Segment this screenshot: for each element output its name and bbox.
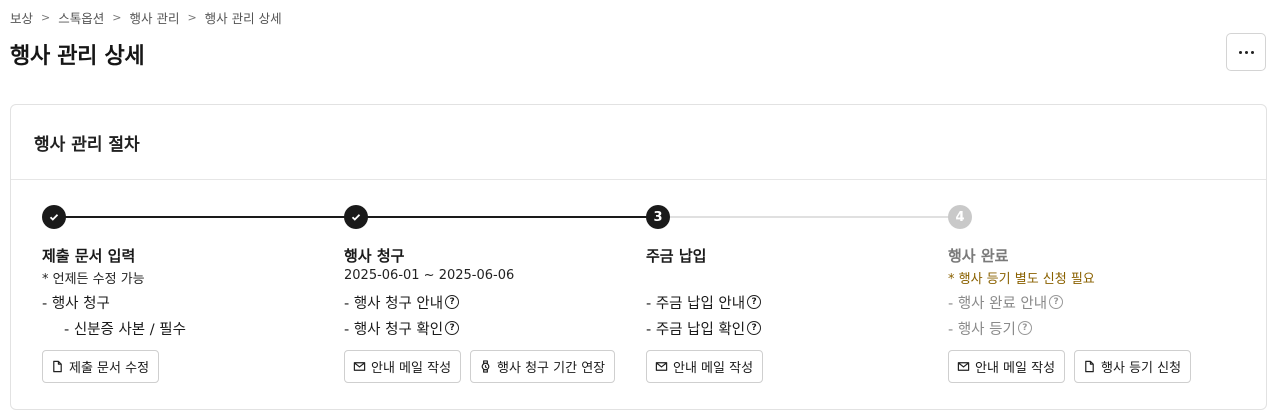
step-2-content: 행사 청구 2025-06-01 ~ 2025-06-06- 행사 청구 안내? -… (344, 245, 514, 341)
watch-icon (481, 360, 490, 373)
button-label: 안내 메일 작성 (975, 361, 1056, 376)
chevron-right-icon: > (112, 11, 122, 24)
step-item-label: - 신분증 사본 / 필수 (64, 321, 186, 338)
exercise-procedure-card: 행사 관리 절차 제출 문서 입력 * 언제든 수정 가능 - 행사 청구 - 신분증… (10, 104, 1267, 410)
extend-claim-period-button[interactable]: 행사 청구 기간 연장 (470, 350, 616, 383)
document-icon (53, 360, 62, 373)
step-title: 주금 납입 (646, 247, 707, 265)
mail-icon (957, 362, 970, 371)
step-connector (54, 216, 356, 218)
breadcrumb-item-exercise-management[interactable]: 행사 관리 (129, 8, 179, 27)
button-label: 행사 청구 기간 연장 (497, 361, 606, 376)
breadcrumb-item-current: 행사 관리 상세 (204, 11, 282, 26)
breadcrumb: 보상 > 스톡옵션 > 행사 관리 > 행사 관리 상세 (10, 8, 282, 27)
apply-registration-button[interactable]: 행사 등기 신청 (1074, 350, 1192, 383)
edit-submission-docs-button[interactable]: 제출 문서 수정 (42, 350, 160, 383)
step-item: - 행사 완료 안내? (948, 289, 1095, 315)
help-icon[interactable]: ? (445, 321, 460, 335)
step-item-label: - 행사 청구 확인 (344, 321, 444, 338)
step-item-label: - 행사 청구 (42, 295, 110, 312)
write-payment-mail-button[interactable]: 안내 메일 작성 (646, 350, 764, 383)
step-item-label: - 행사 완료 안내 (948, 295, 1048, 312)
step-connector (658, 216, 960, 218)
step-item-label: - 행사 청구 안내 (344, 295, 444, 312)
step-subtitle (646, 268, 761, 286)
step-title: 행사 완료 (948, 247, 1009, 265)
step-subtitle: * 행사 등기 별도 신청 필요 (948, 272, 1095, 287)
chevron-right-icon: > (187, 11, 197, 24)
check-icon (49, 214, 59, 221)
step-item: - 주금 납입 확인? (646, 315, 762, 341)
more-dot (1244, 50, 1248, 54)
button-label: 안내 메일 작성 (673, 361, 754, 376)
step-number: 4 (955, 209, 965, 225)
step-item: - 행사 청구 (42, 289, 186, 315)
more-options-button[interactable] (1226, 33, 1266, 71)
step-item-label: - 주금 납입 확인 (646, 321, 746, 338)
help-icon[interactable]: ? (445, 295, 460, 309)
button-label: 행사 등기 신청 (1101, 361, 1182, 376)
breadcrumb-item-reward[interactable]: 보상 (10, 8, 33, 27)
breadcrumb-item-stock-option[interactable]: 스톡옵션 (58, 8, 104, 27)
write-guide-mail-button[interactable]: 안내 메일 작성 (344, 350, 462, 383)
step-item: - 주금 납입 안내? (646, 289, 762, 315)
check-icon (351, 214, 361, 221)
step-4-content: 행사 완료 * 행사 등기 별도 신청 필요 - 행사 완료 안내? - 행사 등기? (948, 245, 1095, 341)
page-title: 행사 관리 상세 (10, 44, 145, 69)
step-item: - 행사 청구 확인? (344, 315, 514, 341)
help-icon[interactable]: ? (747, 295, 762, 309)
more-dots-icon (1238, 50, 1242, 54)
step-2-actions: 안내 메일 작성 행사 청구 기간 연장 (344, 350, 624, 383)
button-label: 제출 문서 수정 (69, 361, 150, 376)
step-1-content: 제출 문서 입력 * 언제든 수정 가능 - 행사 청구 - 신분증 사본 / 필수 (42, 245, 186, 341)
more-dot (1250, 50, 1254, 54)
step-3-actions: 안내 메일 작성 (646, 350, 772, 383)
step-item: - 행사 등기? (948, 315, 1095, 341)
help-icon[interactable]: ? (1049, 295, 1064, 309)
step-item: - 신분증 사본 / 필수 (42, 315, 186, 341)
document-icon (1085, 360, 1094, 373)
step-1-actions: 제출 문서 수정 (42, 350, 168, 383)
step-3-indicator: 3 (646, 205, 670, 229)
step-item-label: - 주금 납입 안내 (646, 295, 746, 312)
step-1-indicator (42, 205, 66, 229)
help-icon[interactable]: ? (1017, 321, 1032, 335)
mail-icon (655, 362, 668, 371)
step-number: 3 (653, 209, 663, 225)
step-connector (356, 216, 658, 218)
step-4-actions: 안내 메일 작성 행사 등기 신청 (948, 350, 1200, 383)
step-item-label: - 행사 등기 (948, 321, 1016, 338)
chevron-right-icon: > (41, 11, 51, 24)
step-subtitle: 2025-06-01 ~ 2025-06-06 (344, 268, 515, 283)
step-title: 제출 문서 입력 (42, 247, 136, 265)
step-subtitle: * 언제든 수정 가능 (42, 272, 145, 287)
write-completion-mail-button[interactable]: 안내 메일 작성 (948, 350, 1066, 383)
step-4-indicator: 4 (948, 205, 972, 229)
step-2-indicator (344, 205, 368, 229)
button-label: 안내 메일 작성 (371, 361, 452, 376)
stepper: 제출 문서 입력 * 언제든 수정 가능 - 행사 청구 - 신분증 사본 / 필수 제… (11, 105, 1266, 409)
help-icon[interactable]: ? (747, 321, 762, 335)
step-3-content: 주금 납입 - 주금 납입 안내? - 주금 납입 확인? (646, 245, 762, 341)
mail-icon (353, 362, 366, 371)
step-title: 행사 청구 (344, 247, 405, 265)
step-item: - 행사 청구 안내? (344, 289, 514, 315)
